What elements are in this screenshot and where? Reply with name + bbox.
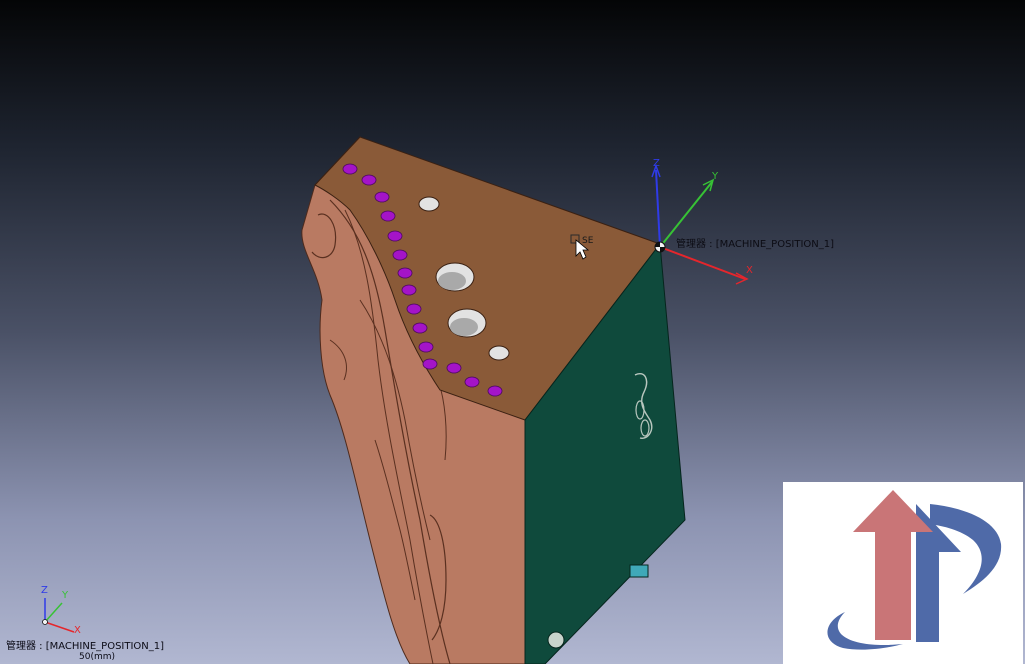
bolt-hole bbox=[547, 631, 565, 649]
bore-hole bbox=[488, 345, 510, 361]
watermark-logo bbox=[783, 482, 1023, 664]
corner-axis-triad bbox=[42, 598, 75, 633]
axis-label-x: X bbox=[746, 265, 753, 276]
corner-axis-label-z: Z bbox=[41, 585, 48, 596]
scale-label: 50(mm) bbox=[79, 652, 116, 662]
machine-position-triad[interactable] bbox=[651, 163, 749, 285]
bottom-tab bbox=[629, 564, 649, 578]
axis-label-y: Y bbox=[712, 171, 719, 182]
bore-hole bbox=[418, 196, 440, 212]
corner-axis-label-x: X bbox=[74, 625, 81, 636]
corner-machine-position-label: 管理器 : [MACHINE_POSITION_1] bbox=[6, 641, 165, 652]
corner-axis-label-y: Y bbox=[62, 590, 69, 601]
bore-hole bbox=[450, 318, 478, 336]
bore-hole bbox=[438, 272, 466, 290]
machine-position-label: 管理器 : [MACHINE_POSITION_1] bbox=[676, 239, 835, 250]
logo-icon bbox=[827, 490, 1002, 650]
axis-label-z: Z bbox=[653, 158, 660, 169]
cursor-tag: SE bbox=[582, 236, 594, 246]
